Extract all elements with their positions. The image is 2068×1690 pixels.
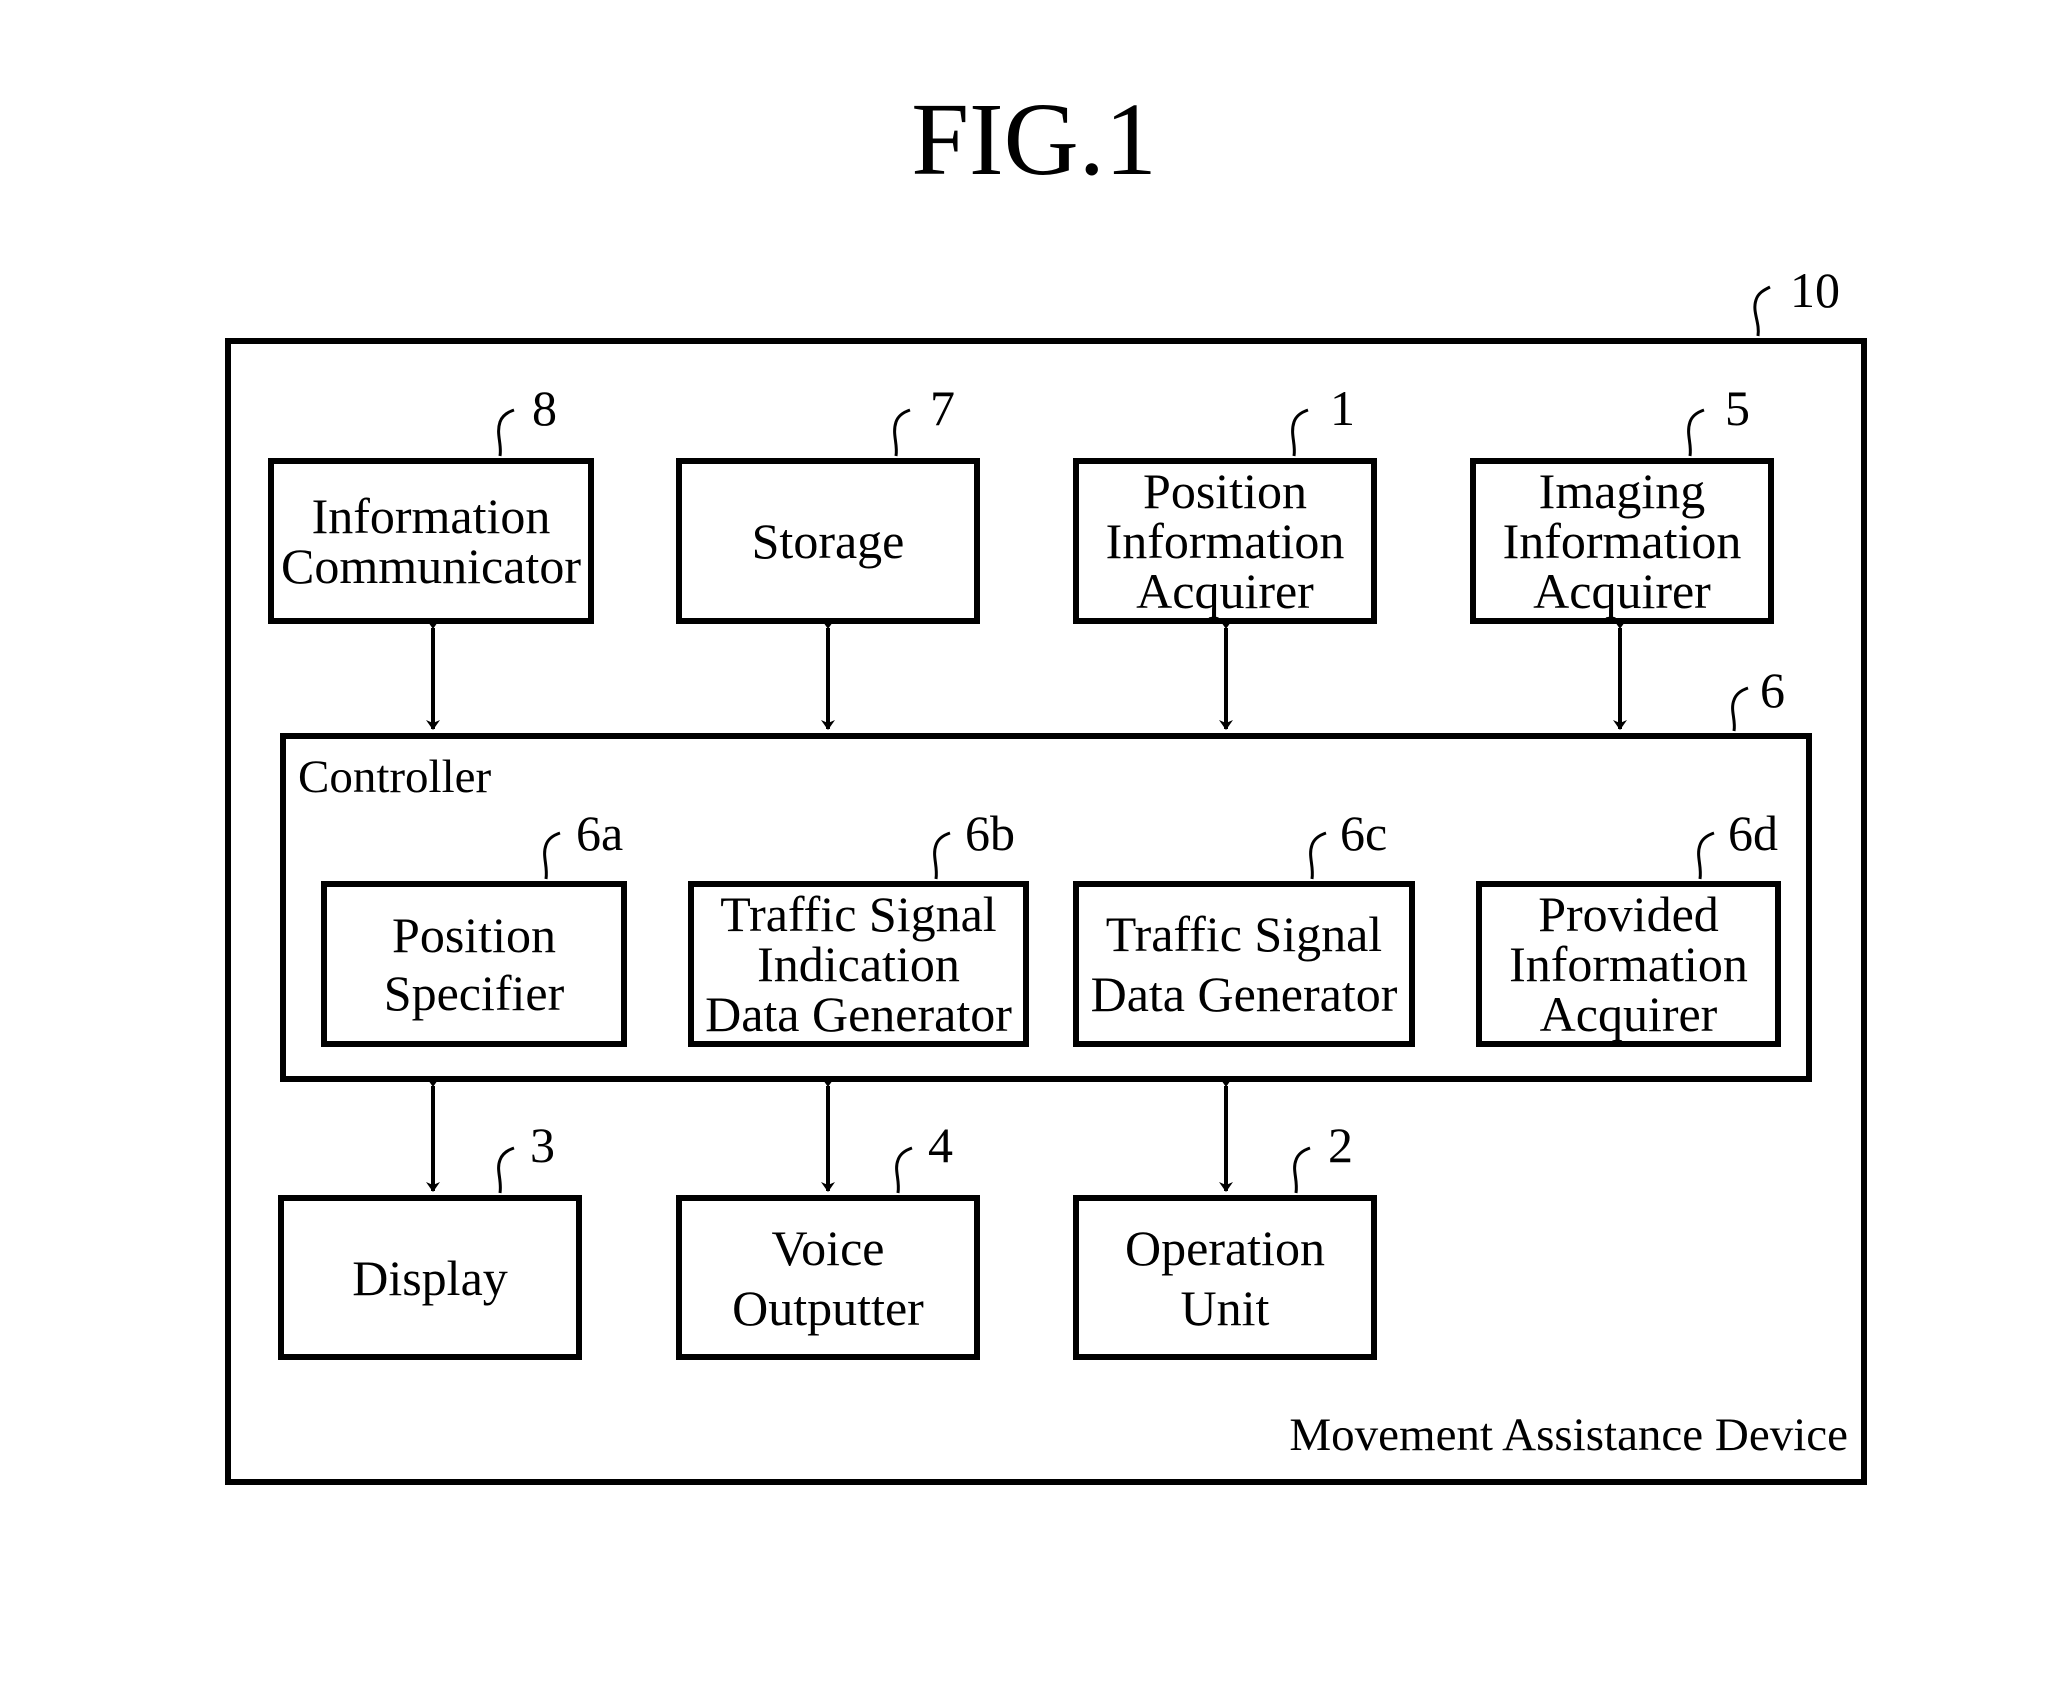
block-label: Position Specifier <box>383 907 565 1021</box>
traffic-signal-data-generator-block: Traffic Signal Data Generator <box>1073 881 1415 1047</box>
traffic-signal-indication-data-generator-block: Traffic Signal Indication Data Generator <box>688 881 1029 1047</box>
controller-label: Controller <box>298 751 492 803</box>
block-label: Display <box>352 1249 508 1306</box>
block-label: Voice Outputter <box>732 1219 924 1336</box>
ref-number-6: 6 <box>1760 662 1785 718</box>
operation-unit-block: Operation Unit <box>1073 1195 1377 1360</box>
voice-outputter-block: Voice Outputter <box>676 1195 980 1360</box>
block-label: Traffic Signal Indication Data Generator <box>705 886 1012 1042</box>
block-label: Traffic Signal Data Generator <box>1090 906 1398 1022</box>
ref-number-6d: 6d <box>1728 805 1778 861</box>
position-specifier-block: Position Specifier <box>321 881 627 1047</box>
ref-number-4: 4 <box>928 1117 953 1173</box>
block-label: Information Communicator <box>281 488 581 594</box>
leader-10 <box>1753 285 1771 337</box>
block-label: Storage <box>751 513 905 569</box>
imaging-information-acquirer-block: Imaging Information Acquirer <box>1470 458 1774 624</box>
figure-title: FIG.1 <box>911 82 1157 197</box>
ref-number-7: 7 <box>930 380 955 436</box>
device-ref-number: 10 <box>1790 262 1840 318</box>
position-information-acquirer-block: Position Information Acquirer <box>1073 458 1377 624</box>
block-label: Position Information Acquirer <box>1105 463 1345 619</box>
block-label: Provided Information Acquirer <box>1509 886 1748 1042</box>
ref-number-6a: 6a <box>576 805 624 861</box>
ref-number-5: 5 <box>1725 380 1750 436</box>
device-label: Movement Assistance Device <box>1289 1409 1848 1461</box>
display-block: Display <box>278 1195 582 1360</box>
ref-number-2: 2 <box>1328 1117 1353 1173</box>
storage-block: Storage <box>676 458 980 624</box>
ref-number-6c: 6c <box>1340 805 1388 861</box>
provided-information-acquirer-block: Provided Information Acquirer <box>1476 881 1781 1047</box>
ref-number-8: 8 <box>532 380 557 436</box>
block-label: Imaging Information Acquirer <box>1502 463 1742 619</box>
ref-number-1: 1 <box>1330 380 1355 436</box>
ref-number-3: 3 <box>530 1117 555 1173</box>
ref-number-6b: 6b <box>965 805 1015 861</box>
information-communicator-block: Information Communicator <box>268 458 594 624</box>
block-label: Operation Unit <box>1125 1219 1325 1336</box>
